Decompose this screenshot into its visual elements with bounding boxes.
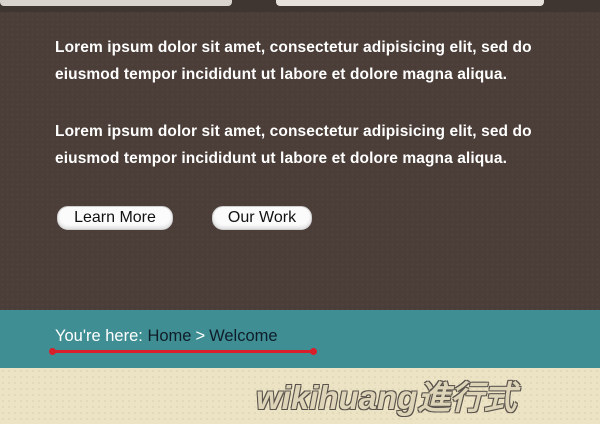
watermark-text: wikihuang進行式 xyxy=(256,379,517,416)
intro-paragraph-2: Lorem ipsum dolor sit amet, consectetur … xyxy=(55,123,532,167)
annotation-underline xyxy=(52,350,314,353)
breadcrumb: You're here: Home > Welcome xyxy=(55,326,278,346)
annotation-underline-start-dot xyxy=(49,348,56,355)
browser-top-edge xyxy=(0,0,600,12)
intro-paragraph-1: Lorem ipsum dolor sit amet, consectetur … xyxy=(55,39,532,83)
breadcrumb-home-link[interactable]: Home xyxy=(147,327,191,345)
breadcrumb-separator: > xyxy=(195,327,206,345)
our-work-button[interactable]: Our Work xyxy=(212,206,312,230)
browser-tab-strip-right xyxy=(276,0,544,6)
annotation-underline-end-dot xyxy=(310,348,317,355)
breadcrumb-bar: You're here: Home > Welcome xyxy=(0,310,600,368)
hero-content: Lorem ipsum dolor sit amet, consectetur … xyxy=(0,12,600,310)
browser-tab-strip-left xyxy=(0,0,232,6)
learn-more-button[interactable]: Learn More xyxy=(57,206,173,230)
breadcrumb-prefix: You're here: xyxy=(55,327,143,345)
breadcrumb-welcome-link[interactable]: Welcome xyxy=(209,327,277,345)
